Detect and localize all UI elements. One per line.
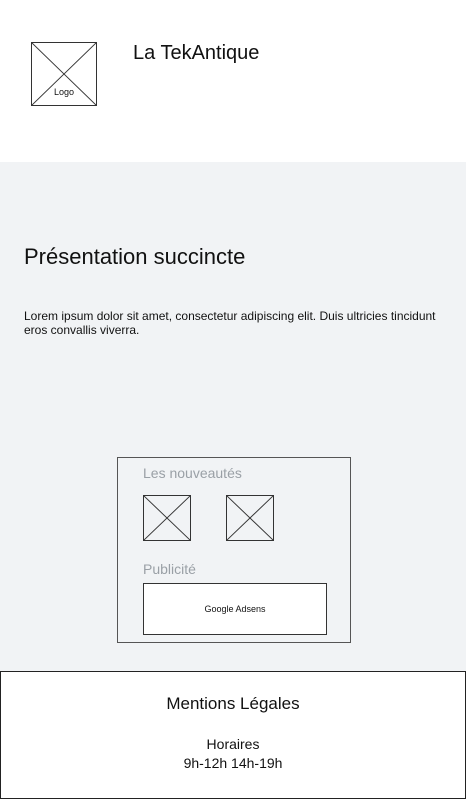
presentation-title: Présentation succincte	[24, 244, 246, 269]
footer: Mentions Légales Horaires 9h-12h 14h-19h	[0, 671, 466, 799]
main-section: Présentation succincte Lorem ipsum dolor…	[0, 162, 466, 671]
news-title: Les nouveautés	[143, 465, 242, 481]
ad-banner[interactable]: Google Adsens	[143, 583, 327, 635]
news-panel: Les nouveautés Publicité Google Adsens	[117, 457, 351, 643]
logo-placeholder[interactable]: Logo	[31, 42, 97, 106]
hours-label: Horaires	[206, 736, 260, 752]
logo-label: Logo	[53, 87, 75, 97]
legal-mentions-link[interactable]: Mentions Légales	[1, 694, 465, 714]
ad-label: Google Adsens	[204, 604, 266, 614]
image-placeholder-icon	[144, 496, 190, 540]
header: Logo La TekAntique	[0, 0, 468, 162]
presentation-text: Lorem ipsum dolor sit amet, consectetur …	[24, 309, 436, 337]
hours-value: 9h-12h 14h-19h	[183, 755, 283, 771]
image-placeholder-icon	[227, 496, 273, 540]
news-item-1[interactable]	[143, 495, 191, 541]
site-title: La TekAntique	[133, 42, 260, 64]
news-item-2[interactable]	[226, 495, 274, 541]
ad-title: Publicité	[143, 561, 196, 577]
